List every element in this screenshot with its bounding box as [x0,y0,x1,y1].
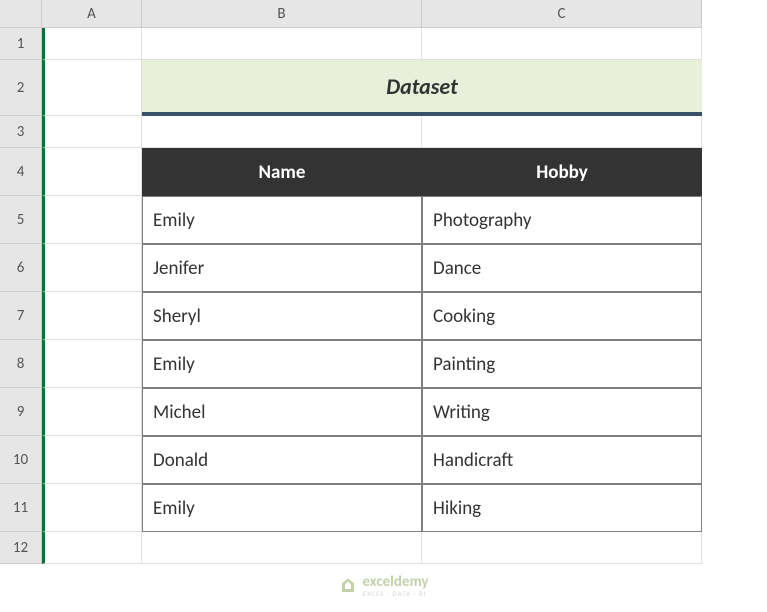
cell-a10[interactable] [42,436,142,484]
cell-a11[interactable] [42,484,142,532]
cell-b12[interactable] [142,532,422,564]
cell-a4[interactable] [42,148,142,196]
table-cell-name[interactable]: Emily [142,196,422,244]
row-header-1[interactable]: 1 [0,28,42,60]
watermark-logo: exceldemy EXCEL · DATA · BI [338,575,428,597]
row-header-10[interactable]: 10 [0,436,42,484]
table-cell-name[interactable]: Emily [142,484,422,532]
row-header-6[interactable]: 6 [0,244,42,292]
cell-a5[interactable] [42,196,142,244]
table-cell-name[interactable]: Michel [142,388,422,436]
row-header-11[interactable]: 11 [0,484,42,532]
cell-a6[interactable] [42,244,142,292]
row-header-9[interactable]: 9 [0,388,42,436]
table-cell-hobby[interactable]: Handicraft [422,436,702,484]
cell-a12[interactable] [42,532,142,564]
watermark-text: exceldemy EXCEL · DATA · BI [362,575,428,597]
col-header-c[interactable]: C [422,0,702,28]
table-cell-hobby[interactable]: Hiking [422,484,702,532]
table-header-name[interactable]: Name [142,148,422,196]
select-all-corner[interactable] [0,0,42,28]
table-cell-name[interactable]: Donald [142,436,422,484]
cell-a9[interactable] [42,388,142,436]
row-header-2[interactable]: 2 [0,60,42,116]
dataset-title[interactable]: Dataset [142,60,702,116]
col-header-b[interactable]: B [142,0,422,28]
row-header-3[interactable]: 3 [0,116,42,148]
cell-a3[interactable] [42,116,142,148]
cell-c1[interactable] [422,28,702,60]
cell-a7[interactable] [42,292,142,340]
exceldemy-icon [338,577,356,595]
table-cell-name[interactable]: Sheryl [142,292,422,340]
cell-a2[interactable] [42,60,142,116]
table-cell-hobby[interactable]: Painting [422,340,702,388]
cell-a8[interactable] [42,340,142,388]
table-cell-hobby[interactable]: Photography [422,196,702,244]
row-header-7[interactable]: 7 [0,292,42,340]
table-header-hobby[interactable]: Hobby [422,148,702,196]
table-cell-name[interactable]: Emily [142,340,422,388]
row-header-12[interactable]: 12 [0,532,42,564]
table-cell-hobby[interactable]: Writing [422,388,702,436]
cell-c12[interactable] [422,532,702,564]
cell-c3[interactable] [422,116,702,148]
table-cell-name[interactable]: Jenifer [142,244,422,292]
table-cell-hobby[interactable]: Dance [422,244,702,292]
row-header-5[interactable]: 5 [0,196,42,244]
cell-b3[interactable] [142,116,422,148]
watermark-tagline: EXCEL · DATA · BI [362,590,428,597]
watermark-brand: exceldemy [362,575,428,590]
table-cell-hobby[interactable]: Cooking [422,292,702,340]
row-header-4[interactable]: 4 [0,148,42,196]
cell-a1[interactable] [42,28,142,60]
spreadsheet-grid: A B C 1 2 Dataset 3 4 Name Hobby 5 Emily… [0,0,767,564]
col-header-a[interactable]: A [42,0,142,28]
row-header-8[interactable]: 8 [0,340,42,388]
cell-b1[interactable] [142,28,422,60]
